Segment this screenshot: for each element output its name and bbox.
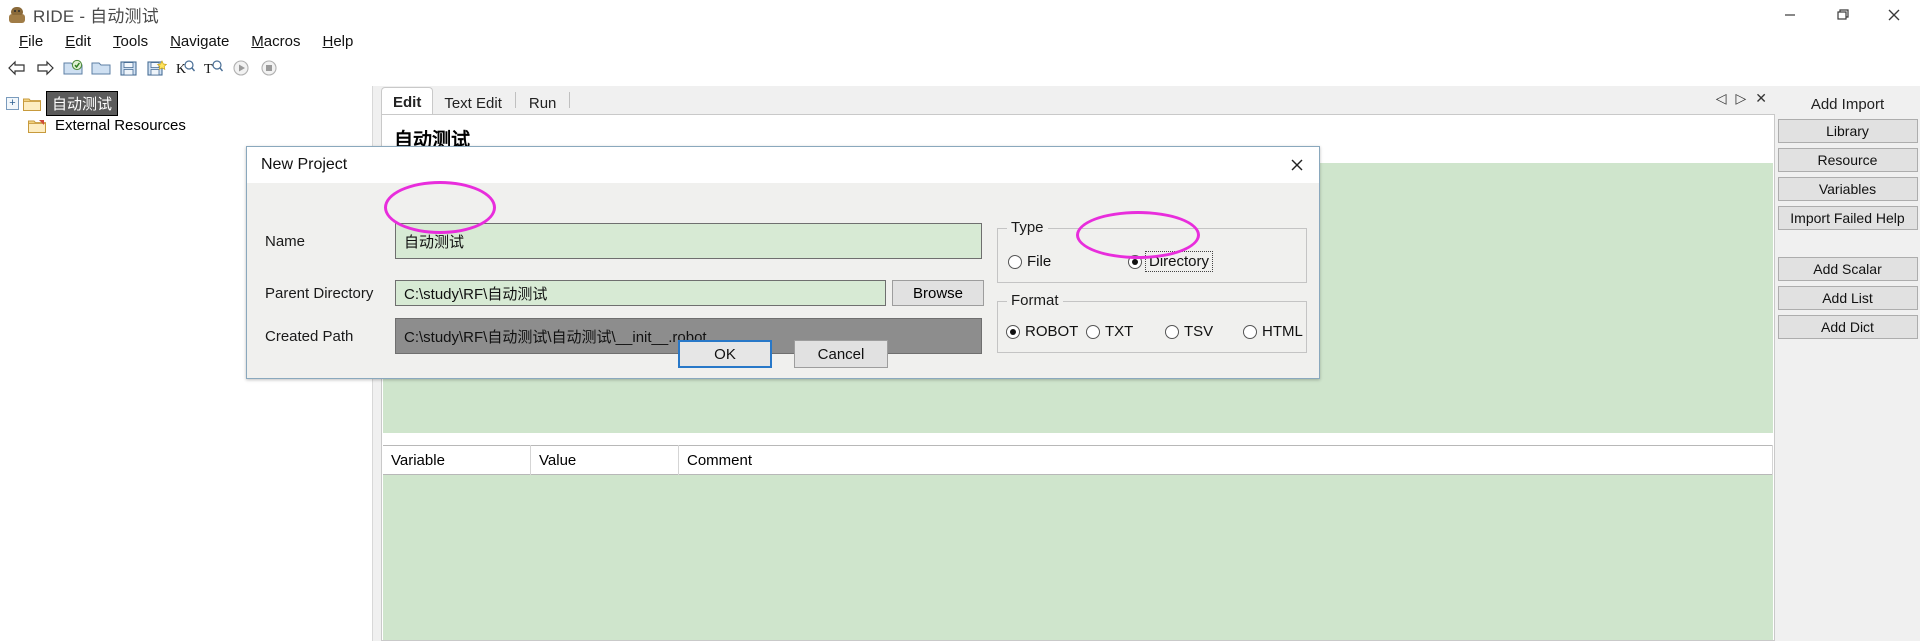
close-icon[interactable]: [1285, 153, 1309, 177]
menu-label-navigate-rest: avigate: [180, 33, 230, 50]
open-project-icon[interactable]: [60, 55, 86, 81]
tree-item-project[interactable]: + 自动测试: [0, 90, 372, 116]
dialog-body: Name 自动测试 Parent Directory C:\study\RF\自…: [247, 183, 1319, 380]
import-failed-help-button[interactable]: Import Failed Help: [1777, 206, 1918, 230]
tab-strip-controls: ◁ ▷ ✕: [1716, 90, 1767, 107]
menu-label-help-rest: elp: [333, 33, 354, 50]
save-icon[interactable]: [116, 55, 142, 81]
folder-icon: [23, 96, 41, 111]
dialog-button-row: OK Cancel: [247, 340, 1319, 368]
open-folder-icon[interactable]: [88, 55, 114, 81]
side-button-column: Add Import Library Resource Variables Im…: [1775, 86, 1920, 641]
variables-grid[interactable]: [383, 475, 1773, 640]
radio-label-directory: Directory: [1144, 251, 1214, 272]
tab-text-edit[interactable]: Text Edit: [433, 89, 513, 114]
radio-label-html: HTML: [1262, 323, 1303, 340]
forward-icon[interactable]: [32, 55, 58, 81]
app-icon: [8, 6, 26, 24]
radio-dot-txt: [1086, 324, 1100, 339]
radio-dot-robot: [1006, 324, 1020, 339]
radio-format-html[interactable]: HTML: [1243, 323, 1303, 340]
radio-format-txt[interactable]: TXT: [1086, 323, 1133, 340]
tree-item-external-resources[interactable]: External Resources: [0, 114, 372, 136]
column-header-comment[interactable]: Comment: [679, 445, 1773, 475]
radio-label-robot: ROBOT: [1025, 323, 1079, 340]
radio-format-tsv[interactable]: TSV: [1165, 323, 1213, 340]
variables-table-header: Variable Value Comment: [383, 445, 1773, 475]
add-dict-button[interactable]: Add Dict: [1777, 315, 1918, 339]
radio-dot-directory: [1128, 254, 1142, 269]
radio-dot-tsv: [1165, 324, 1179, 339]
window-controls: [1764, 0, 1920, 30]
menu-label-file-rest: ile: [28, 33, 44, 50]
column-header-variable[interactable]: Variable: [383, 445, 531, 475]
add-list-button[interactable]: Add List: [1777, 286, 1918, 310]
stop-icon[interactable]: [256, 55, 282, 81]
parent-directory-label: Parent Directory: [265, 284, 374, 302]
new-project-dialog[interactable]: New Project Name 自动测试 Parent Directory C…: [246, 146, 1320, 379]
radio-dot-html: [1243, 324, 1257, 339]
menu-label-tools-rest: ools: [120, 33, 149, 50]
radio-type-file[interactable]: File: [1008, 253, 1051, 270]
tree-item-label-external-resources: External Resources: [55, 116, 186, 134]
tab-divider: [514, 92, 516, 108]
menu-item-help[interactable]: Help: [311, 32, 364, 51]
scroll-right-icon[interactable]: ▷: [1735, 90, 1746, 107]
menu-item-macros[interactable]: Macros: [240, 32, 311, 51]
menu-item-tools[interactable]: Tools: [102, 32, 159, 51]
parent-directory-input[interactable]: C:\study\RF\自动测试: [395, 280, 886, 306]
type-group: Type File Directory: [997, 219, 1307, 283]
radio-dot-file: [1008, 254, 1022, 269]
radio-type-directory[interactable]: Directory: [1128, 251, 1214, 272]
maximize-icon[interactable]: [1816, 0, 1868, 30]
add-import-label: Add Import: [1810, 96, 1885, 113]
close-icon[interactable]: [1868, 0, 1920, 30]
radio-label-tsv: TSV: [1184, 323, 1214, 340]
window-title: RIDE - 自动测试: [33, 7, 159, 26]
expander-icon[interactable]: +: [6, 96, 19, 110]
menu-label-edit-rest: dit: [75, 33, 92, 50]
menu-item-navigate[interactable]: Navigate: [159, 32, 240, 51]
radio-label-file: File: [1027, 253, 1052, 270]
type-group-label: Type: [1007, 219, 1048, 236]
close-tab-icon[interactable]: ✕: [1755, 90, 1767, 107]
title-bar: RIDE - 自动测试: [0, 0, 1920, 30]
search-keyword-icon[interactable]: K: [172, 55, 198, 81]
tab-edit[interactable]: Edit: [381, 87, 434, 114]
resource-button[interactable]: Resource: [1777, 148, 1918, 172]
variables-button[interactable]: Variables: [1777, 177, 1918, 201]
dialog-title-bar: New Project: [247, 147, 1319, 183]
radio-format-robot[interactable]: ROBOT: [1006, 323, 1078, 340]
dialog-title: New Project: [261, 156, 348, 173]
tab-strip: Edit Text Edit Run ◁ ▷ ✕: [373, 86, 1775, 114]
scroll-left-icon[interactable]: ◁: [1716, 90, 1727, 107]
tab-divider: [569, 92, 571, 108]
format-group-label: Format: [1007, 292, 1063, 309]
menu-label-macros-rest: acros: [263, 33, 301, 50]
radio-label-txt: TXT: [1105, 323, 1134, 340]
browse-button[interactable]: Browse: [892, 280, 984, 306]
menu-bar: File Edit Tools Navigate Macros Help: [0, 30, 1920, 53]
library-button[interactable]: Library: [1777, 119, 1918, 143]
svg-text:T: T: [204, 62, 213, 77]
add-scalar-button[interactable]: Add Scalar: [1777, 257, 1918, 281]
column-header-value[interactable]: Value: [531, 445, 679, 475]
tab-run[interactable]: Run: [518, 89, 568, 114]
resource-folder-icon: [28, 118, 46, 133]
minimize-icon[interactable]: [1764, 0, 1816, 30]
toolbar: K T: [0, 53, 1920, 83]
tree-item-label-project: 自动测试: [45, 90, 119, 116]
menu-item-edit[interactable]: Edit: [54, 32, 102, 51]
cancel-button[interactable]: Cancel: [794, 340, 888, 368]
name-label: Name: [265, 232, 306, 250]
name-input[interactable]: 自动测试: [395, 223, 982, 259]
ok-button[interactable]: OK: [678, 340, 772, 368]
menu-item-file[interactable]: File: [8, 32, 54, 51]
search-tests-icon[interactable]: T: [200, 55, 226, 81]
run-icon[interactable]: [228, 55, 254, 81]
back-icon[interactable]: [4, 55, 30, 81]
save-all-icon[interactable]: [144, 55, 170, 81]
